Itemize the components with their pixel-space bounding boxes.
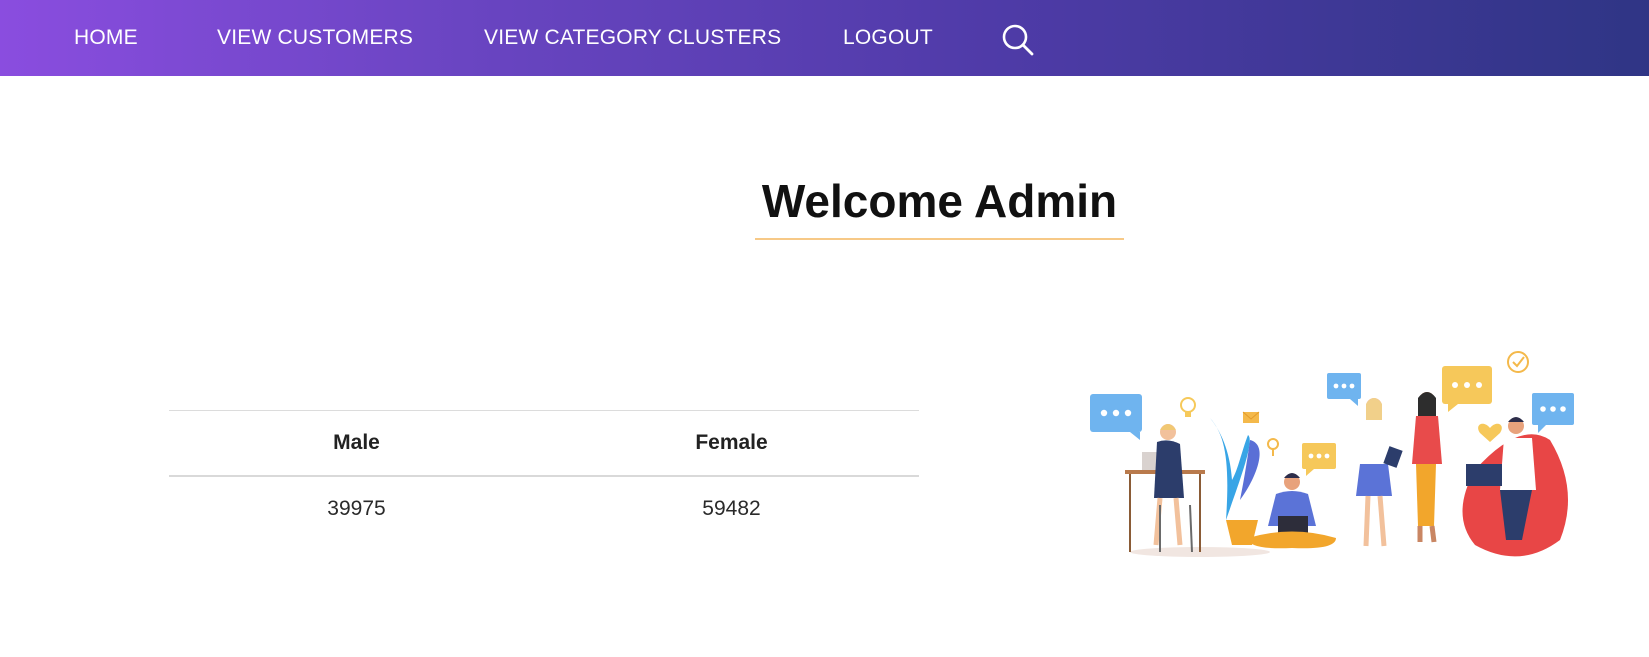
location-pin-icon [1267, 438, 1279, 456]
chat-bubble-icon [1442, 366, 1492, 412]
search-button[interactable] [1000, 22, 1036, 58]
woman-at-desk-figure [1125, 424, 1205, 553]
nav-view-customers-link[interactable]: VIEW CUSTOMERS [217, 0, 413, 76]
man-with-laptop-figure [1248, 473, 1336, 549]
standing-woman-figure [1412, 392, 1442, 543]
page-title-container: Welcome Admin [755, 170, 1124, 240]
envelope-icon [1242, 411, 1260, 423]
standing-woman-figure [1356, 398, 1403, 547]
man-on-beanbag-figure [1462, 417, 1568, 557]
female-count-cell: 59482 [702, 497, 761, 520]
table-row: 39975 59482 [169, 477, 919, 545]
team-collaboration-illustration [1090, 351, 1574, 557]
check-circle-icon [1507, 351, 1529, 373]
chat-bubble-icon [1327, 373, 1361, 406]
plant-icon [1210, 418, 1260, 545]
column-header-female: Female [695, 431, 768, 454]
heart-icon [1478, 423, 1502, 442]
chat-bubble-icon [1302, 443, 1336, 476]
nav-view-category-clusters-link[interactable]: VIEW CATEGORY CLUSTERS [484, 0, 781, 76]
chat-bubble-icon [1532, 393, 1574, 433]
search-icon [1002, 24, 1034, 56]
team-illustration [1080, 340, 1580, 580]
nav-home-link[interactable]: HOME [74, 0, 138, 76]
page-title: Welcome Admin [761, 175, 1118, 227]
top-navbar: HOME VIEW CUSTOMERS VIEW CATEGORY CLUSTE… [0, 0, 1649, 76]
male-count-cell: 39975 [327, 497, 386, 520]
lightbulb-icon [1180, 397, 1196, 417]
gender-count-table: Male Female 39975 59482 [169, 410, 919, 545]
chat-bubble-icon [1090, 394, 1142, 440]
nav-logout-link[interactable]: LOGOUT [843, 0, 933, 76]
column-header-male: Male [333, 431, 380, 454]
table-header-row: Male Female [169, 411, 919, 477]
